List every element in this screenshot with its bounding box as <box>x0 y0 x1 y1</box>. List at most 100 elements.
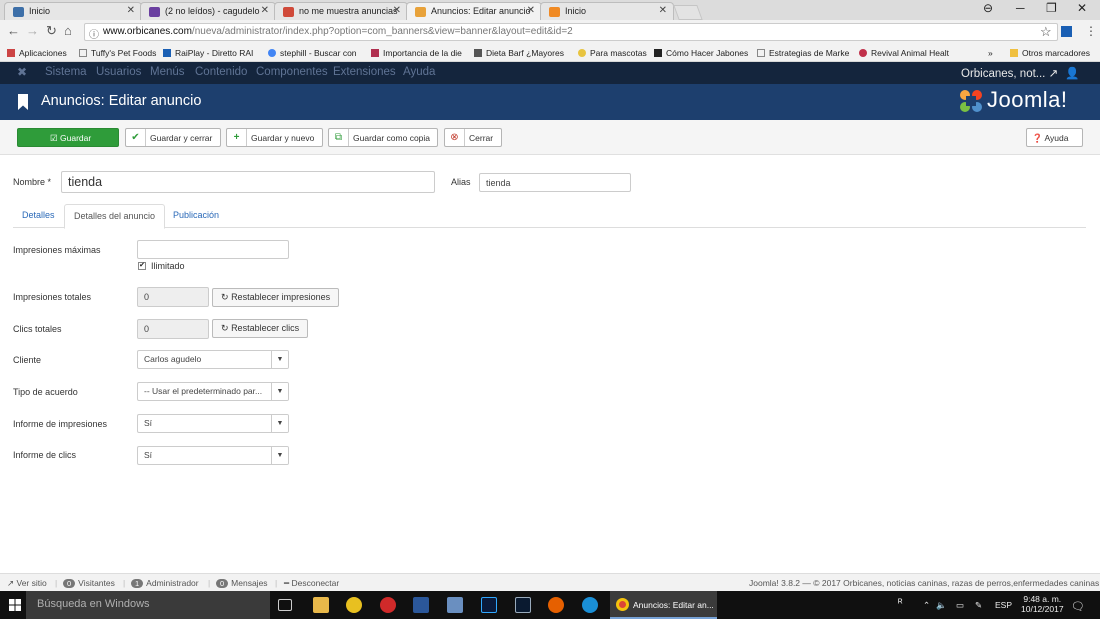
bookmark-item[interactable]: Tuffy's Pet Foods <box>79 48 159 58</box>
notifications-icon[interactable]: 🗨 <box>1071 600 1085 613</box>
restore-icon[interactable]: ❐ <box>1046 1 1057 15</box>
minus-icon: ━ <box>284 578 290 588</box>
windows-start-icon[interactable] <box>9 599 21 611</box>
bookmark-item[interactable]: Revival Animal Healt <box>859 48 955 58</box>
unlimited-checkbox[interactable]: ✔ <box>138 262 146 270</box>
save-copy-button[interactable]: ⧉ Guardar como copia <box>328 128 438 147</box>
clock[interactable]: 9:48 a. m. 10/12/2017 <box>1021 594 1064 614</box>
help-button[interactable]: ❓ Ayuda <box>1026 128 1083 147</box>
mail-icon <box>149 7 160 17</box>
alias-input[interactable] <box>479 173 631 192</box>
language-indicator[interactable]: ESP <box>995 600 1012 610</box>
extension-icon[interactable] <box>1061 26 1072 37</box>
user-menu-icon[interactable]: 👤 <box>1065 66 1079 80</box>
name-input[interactable] <box>61 171 435 193</box>
file-explorer-icon[interactable] <box>313 597 329 613</box>
bookmark-item[interactable]: Cómo Hacer Jabones <box>654 48 748 58</box>
close-tab-icon[interactable]: ✕ <box>261 5 269 16</box>
close-button[interactable]: ⊗ Cerrar <box>444 128 502 147</box>
caret-down-icon: ▼ <box>271 351 288 368</box>
word-icon[interactable] <box>413 597 429 613</box>
browser-tab[interactable]: Inicio ✕ <box>4 2 142 20</box>
taskbar-chrome-active[interactable]: Anuncios: Editar an... <box>610 591 717 619</box>
menu-item-menus[interactable]: Menús <box>150 66 185 78</box>
external-link-icon: ↗ <box>7 578 15 588</box>
menu-item-content[interactable]: Contenido <box>195 66 247 78</box>
people-icon[interactable]: ᴿ <box>898 598 903 609</box>
close-tab-icon[interactable]: ✕ <box>659 5 667 16</box>
new-tab-button[interactable] <box>673 5 703 20</box>
app-icon[interactable] <box>447 597 463 613</box>
track-impressions-select[interactable]: Sí ▼ <box>137 414 289 433</box>
bookmark-item[interactable]: Importancia de la die <box>371 48 463 58</box>
max-impressions-input[interactable] <box>137 240 289 259</box>
menu-item-users[interactable]: Usuarios <box>96 66 141 78</box>
info-icon[interactable]: ⓘ <box>89 26 99 41</box>
lightroom-icon[interactable] <box>515 597 531 613</box>
browser-tab[interactable]: no me muestra anuncias ✕ <box>274 2 408 20</box>
bookmark-item[interactable]: Dieta Barf ¿Mayores <box>474 48 564 58</box>
app-icon[interactable] <box>380 597 396 613</box>
bookmark-item[interactable]: stephill - Buscar con <box>268 48 358 58</box>
menu-item-help[interactable]: Ayuda <box>403 66 435 78</box>
menu-item-system[interactable]: Sistema <box>45 66 87 78</box>
minimize-icon[interactable]: ─ <box>1016 1 1025 15</box>
tab-details[interactable]: Detalles <box>13 204 64 228</box>
windows-search-input[interactable]: Búsqueda en Windows <box>26 591 270 619</box>
browser-menu-icon[interactable]: ⋮ <box>1085 24 1097 38</box>
photoshop-icon[interactable] <box>481 597 497 613</box>
bookmark-apps[interactable]: Aplicaciones <box>7 48 73 58</box>
bookmark-item[interactable]: RaiPlay - Diretto RAI <box>163 48 255 58</box>
track-clicks-select[interactable]: Sí ▼ <box>137 446 289 465</box>
pen-icon[interactable]: ✎ <box>975 600 982 611</box>
volume-icon[interactable]: 🔈 <box>936 600 947 611</box>
save-close-button[interactable]: ✔ Guardar y cerrar <box>125 128 221 147</box>
chevron-up-icon[interactable]: ⌃ <box>923 600 930 611</box>
home-icon[interactable]: ⌂ <box>64 23 72 38</box>
bookmark-star-icon[interactable]: ☆ <box>1040 24 1052 40</box>
other-bookmarks[interactable]: Otros marcadores <box>1010 48 1090 58</box>
back-icon[interactable]: ← <box>7 23 20 38</box>
site-name-link[interactable]: Orbicanes, not... ↗ <box>961 66 1058 80</box>
purchase-type-select[interactable]: -- Usar el predeterminado par... ▼ <box>137 382 289 401</box>
tab-banner-details[interactable]: Detalles del anuncio <box>64 204 166 229</box>
plus-icon: + <box>227 129 247 146</box>
url-input[interactable]: ⓘ www.orbicanes.com/nueva/administrator/… <box>84 23 1058 41</box>
logout-link[interactable]: ━ Desconectar <box>284 578 339 589</box>
bookmark-item[interactable]: Estrategias de Marke <box>757 48 849 58</box>
reset-clicks-button[interactable]: ↻ Restablecer clics <box>212 319 309 338</box>
browser-tab[interactable]: (2 no leídos) - cagudelo ✕ <box>140 2 276 20</box>
app-icon[interactable] <box>346 597 362 613</box>
forward-icon[interactable]: → <box>26 23 39 38</box>
save-button[interactable]: ☑ Guardar <box>17 128 119 147</box>
browser-tab[interactable]: Inicio ✕ <box>540 2 674 20</box>
bookmark-icon <box>18 94 28 110</box>
footer-copyright: Joomla! 3.8.2 — © 2017 Orbicanes, notici… <box>749 578 1100 588</box>
joomla-menu-icon[interactable]: ✖ <box>17 65 27 79</box>
browser-tab-active[interactable]: Anuncios: Editar anuncio ✕ <box>406 2 542 21</box>
view-site-link[interactable]: ↗ Ver sitio <box>7 578 47 589</box>
menu-item-extensions[interactable]: Extensiones <box>333 66 396 78</box>
firefox-icon[interactable] <box>548 597 564 613</box>
reload-icon[interactable]: ↻ <box>46 23 57 39</box>
separator: | <box>55 578 58 588</box>
close-tab-icon[interactable]: ✕ <box>393 5 401 16</box>
client-select[interactable]: Carlos agudelo ▼ <box>137 350 289 369</box>
tab-publishing[interactable]: Publicación <box>164 204 228 228</box>
reset-impressions-button[interactable]: ↻ Restablecer impresiones <box>212 288 340 307</box>
close-tab-icon[interactable]: ✕ <box>127 5 135 16</box>
messages-link[interactable]: 0 Mensajes <box>216 578 268 588</box>
close-window-icon[interactable]: ✕ <box>1077 1 1087 15</box>
profile-icon[interactable]: ⊖ <box>983 1 993 15</box>
task-view-icon[interactable] <box>278 599 292 611</box>
edge-icon[interactable] <box>582 597 598 613</box>
alias-label: Alias <box>451 177 471 187</box>
menu-item-components[interactable]: Componentes <box>256 66 328 78</box>
network-icon[interactable]: ▭ <box>956 600 964 611</box>
client-label: Cliente <box>13 355 42 365</box>
more-bookmarks-button[interactable]: » <box>988 48 993 58</box>
save-new-button[interactable]: + Guardar y nuevo <box>226 128 323 147</box>
bookmark-item[interactable]: Para mascotas <box>578 48 648 58</box>
browser-tab-title: Inicio <box>565 6 587 16</box>
close-tab-icon[interactable]: ✕ <box>527 5 535 16</box>
